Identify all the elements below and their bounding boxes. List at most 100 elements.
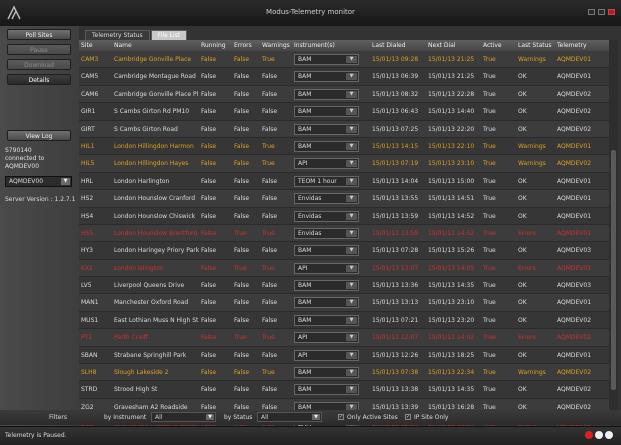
chevron-down-icon: ▼ bbox=[346, 73, 357, 81]
column-header-site[interactable]: Site bbox=[81, 42, 93, 49]
cell-warnings: False bbox=[262, 125, 278, 133]
cell-last-dialed: 15/01/13 13:13 bbox=[372, 299, 419, 307]
table-row[interactable]: HIL5 London Hillingdon Hayes False False Tru… bbox=[79, 155, 609, 173]
table-row[interactable]: GIR1 S Cambs Girton Rd PM10 False False Fals… bbox=[79, 103, 609, 121]
table-row[interactable]: CAM5 Cambridge Montague Road False False Fal… bbox=[79, 68, 609, 86]
instrument-select[interactable]: API ▼ bbox=[294, 158, 359, 170]
instrument-filter-select[interactable]: All ▼ bbox=[151, 412, 216, 422]
tab-file-list[interactable]: File List bbox=[150, 30, 188, 40]
cell-name: Cambridge Montague Road bbox=[114, 73, 196, 81]
table-row[interactable]: GIRT S Cambs Girton Road False False False 15… bbox=[79, 120, 609, 138]
close-button[interactable] bbox=[608, 9, 615, 15]
poll-sites-button[interactable]: Poll Sites bbox=[7, 29, 71, 40]
column-header-telemetry[interactable]: Telemetry bbox=[557, 42, 587, 49]
instrument-select[interactable]: Envidas ▼ bbox=[294, 193, 359, 205]
cell-next-dial: 15/01/13 14:02 bbox=[428, 334, 475, 342]
column-header-last-dialed[interactable]: Last Dialed bbox=[372, 42, 406, 49]
white-indicator-icon bbox=[605, 431, 613, 439]
vertical-scrollbar[interactable] bbox=[609, 40, 618, 410]
table-row[interactable]: CAM3 Cambridge Gonville Place False False Tr… bbox=[79, 51, 609, 69]
table-row[interactable]: HS4 London Hounslow Chiswick False False Fal… bbox=[79, 207, 609, 225]
cell-telemetry: AQMDEV01 bbox=[557, 56, 592, 63]
instrument-select[interactable]: API ▼ bbox=[294, 262, 359, 274]
cell-site: HIL1 bbox=[81, 142, 95, 150]
cell-active: True bbox=[483, 142, 496, 150]
cell-site: HY3 bbox=[81, 247, 93, 255]
details-button[interactable]: Details bbox=[7, 74, 71, 85]
cell-site: STRD bbox=[81, 386, 98, 394]
table-row[interactable]: MAN1 Manchester Oxford Road False False Fals… bbox=[79, 294, 609, 312]
instrument-select[interactable]: BAM ▼ bbox=[294, 88, 359, 100]
column-header-last-status[interactable]: Last Status bbox=[518, 42, 552, 49]
instrument-select[interactable]: BAM ▼ bbox=[294, 280, 359, 292]
column-header-name[interactable]: Name bbox=[114, 42, 132, 49]
instrument-select[interactable]: BAM ▼ bbox=[294, 123, 359, 135]
instrument-select[interactable]: BAM ▼ bbox=[294, 314, 359, 326]
tab-telemetry-status[interactable]: Telemetry Status bbox=[85, 30, 150, 40]
instrument-select[interactable]: BAM ▼ bbox=[294, 140, 359, 152]
instrument-select[interactable]: API ▼ bbox=[294, 349, 359, 361]
download-button[interactable]: Download bbox=[7, 59, 71, 70]
instrument-select[interactable]: BAM ▼ bbox=[294, 384, 359, 396]
table-row[interactable]: HY3 London Haringey Priory Park False False… bbox=[79, 242, 609, 260]
server-select[interactable]: AQMDEV00 ▼ bbox=[5, 176, 72, 187]
cell-name: S Cambs Girton Rd PM10 bbox=[114, 108, 190, 116]
column-header-errors[interactable]: Errors bbox=[234, 42, 252, 49]
table-row[interactable]: HS5 London Hounslow Brentford False True Tru… bbox=[79, 224, 609, 243]
column-header-next-dial[interactable]: Next Dial bbox=[428, 42, 456, 49]
table-row[interactable]: HRL London Harlington False False False 15/01… bbox=[79, 172, 609, 191]
cell-next-dial: 15/01/13 18:25 bbox=[428, 351, 475, 359]
cell-warnings: False bbox=[262, 177, 278, 185]
instrument-select-value: BAM bbox=[298, 73, 312, 81]
cell-warnings: True bbox=[262, 56, 275, 63]
table-row[interactable]: LV5 Liverpool Queens Drive False False False… bbox=[79, 277, 609, 295]
cell-active: True bbox=[483, 351, 496, 359]
maximize-button[interactable] bbox=[598, 9, 605, 15]
pause-button[interactable]: Pause bbox=[7, 44, 71, 55]
cell-last-status: Warnings bbox=[518, 142, 546, 150]
ip-only-checkbox[interactable]: ✓ bbox=[405, 414, 411, 420]
instrument-select[interactable]: BAM ▼ bbox=[294, 245, 359, 257]
cell-next-dial: 15/01/13 22:28 bbox=[428, 90, 475, 98]
instrument-select[interactable]: Envidas ▼ bbox=[294, 210, 359, 222]
status-filter-select[interactable]: All ▼ bbox=[257, 412, 322, 422]
instrument-select[interactable]: BAM ▼ bbox=[294, 367, 359, 379]
title-bar: Modus-Telemetry monitor bbox=[0, 0, 621, 27]
cell-site: LV5 bbox=[81, 282, 92, 290]
table-row[interactable]: CAM6 Cambridge Gonville Place Pl False Fals… bbox=[79, 85, 609, 104]
table-row[interactable]: STRD Strood High St False False False 15/01/1… bbox=[79, 381, 609, 399]
instrument-select-value: BAM bbox=[298, 247, 312, 255]
cell-warnings: False bbox=[262, 108, 278, 116]
column-header-running[interactable]: Running bbox=[201, 42, 226, 49]
table-row[interactable]: SBAN Strabane Springhill Park False False Fa… bbox=[79, 346, 609, 365]
instrument-select[interactable]: API ▼ bbox=[294, 332, 359, 344]
table-row[interactable]: MUS1 East Lothian Muss N High St False Fals… bbox=[79, 311, 609, 330]
chevron-down-icon: ▼ bbox=[346, 142, 357, 150]
only-active-checkbox[interactable]: ✓ bbox=[338, 414, 344, 420]
instrument-select[interactable]: Envidas ▼ bbox=[294, 227, 359, 239]
column-header-active[interactable]: Active bbox=[483, 42, 502, 49]
table-row[interactable]: SLH8 Slough Lakeside 2 False False True 15/01… bbox=[79, 364, 609, 382]
column-header-instruments[interactable]: Instrument(s) bbox=[294, 42, 335, 49]
instrument-select[interactable]: TEOM 1 hour ▼ bbox=[294, 175, 359, 187]
table-row[interactable]: HS2 London Hounslow Cranford False False Fal… bbox=[79, 190, 609, 208]
scrollbar-thumb[interactable] bbox=[611, 150, 616, 390]
chevron-down-icon: ▼ bbox=[346, 160, 357, 168]
cell-running: False bbox=[201, 229, 217, 237]
view-log-button[interactable]: View Log bbox=[7, 130, 71, 141]
window-title: Modus-Telemetry monitor bbox=[266, 8, 355, 16]
cell-running: False bbox=[201, 142, 217, 150]
instrument-select[interactable]: BAM ▼ bbox=[294, 297, 359, 309]
table-row[interactable]: HIL1 London Hillingdon Harmon False False Tr… bbox=[79, 137, 609, 156]
instrument-select[interactable]: BAM ▼ bbox=[294, 71, 359, 83]
instrument-select-value: BAM bbox=[298, 386, 312, 394]
cell-active: True bbox=[483, 195, 496, 203]
minimize-button[interactable] bbox=[588, 9, 595, 15]
column-header-warnings[interactable]: Warnings bbox=[262, 42, 290, 49]
instrument-select[interactable]: BAM ▼ bbox=[294, 106, 359, 118]
instrument-select[interactable]: BAM ▼ bbox=[294, 54, 359, 65]
table-row[interactable]: KX1 London Islington False True True 15/01/13… bbox=[79, 259, 609, 278]
table-row[interactable]: PT1 Perth Crieff False True True 15/01/13 12:… bbox=[79, 329, 609, 347]
cell-active: True bbox=[483, 212, 496, 220]
cell-warnings: False bbox=[262, 282, 278, 290]
